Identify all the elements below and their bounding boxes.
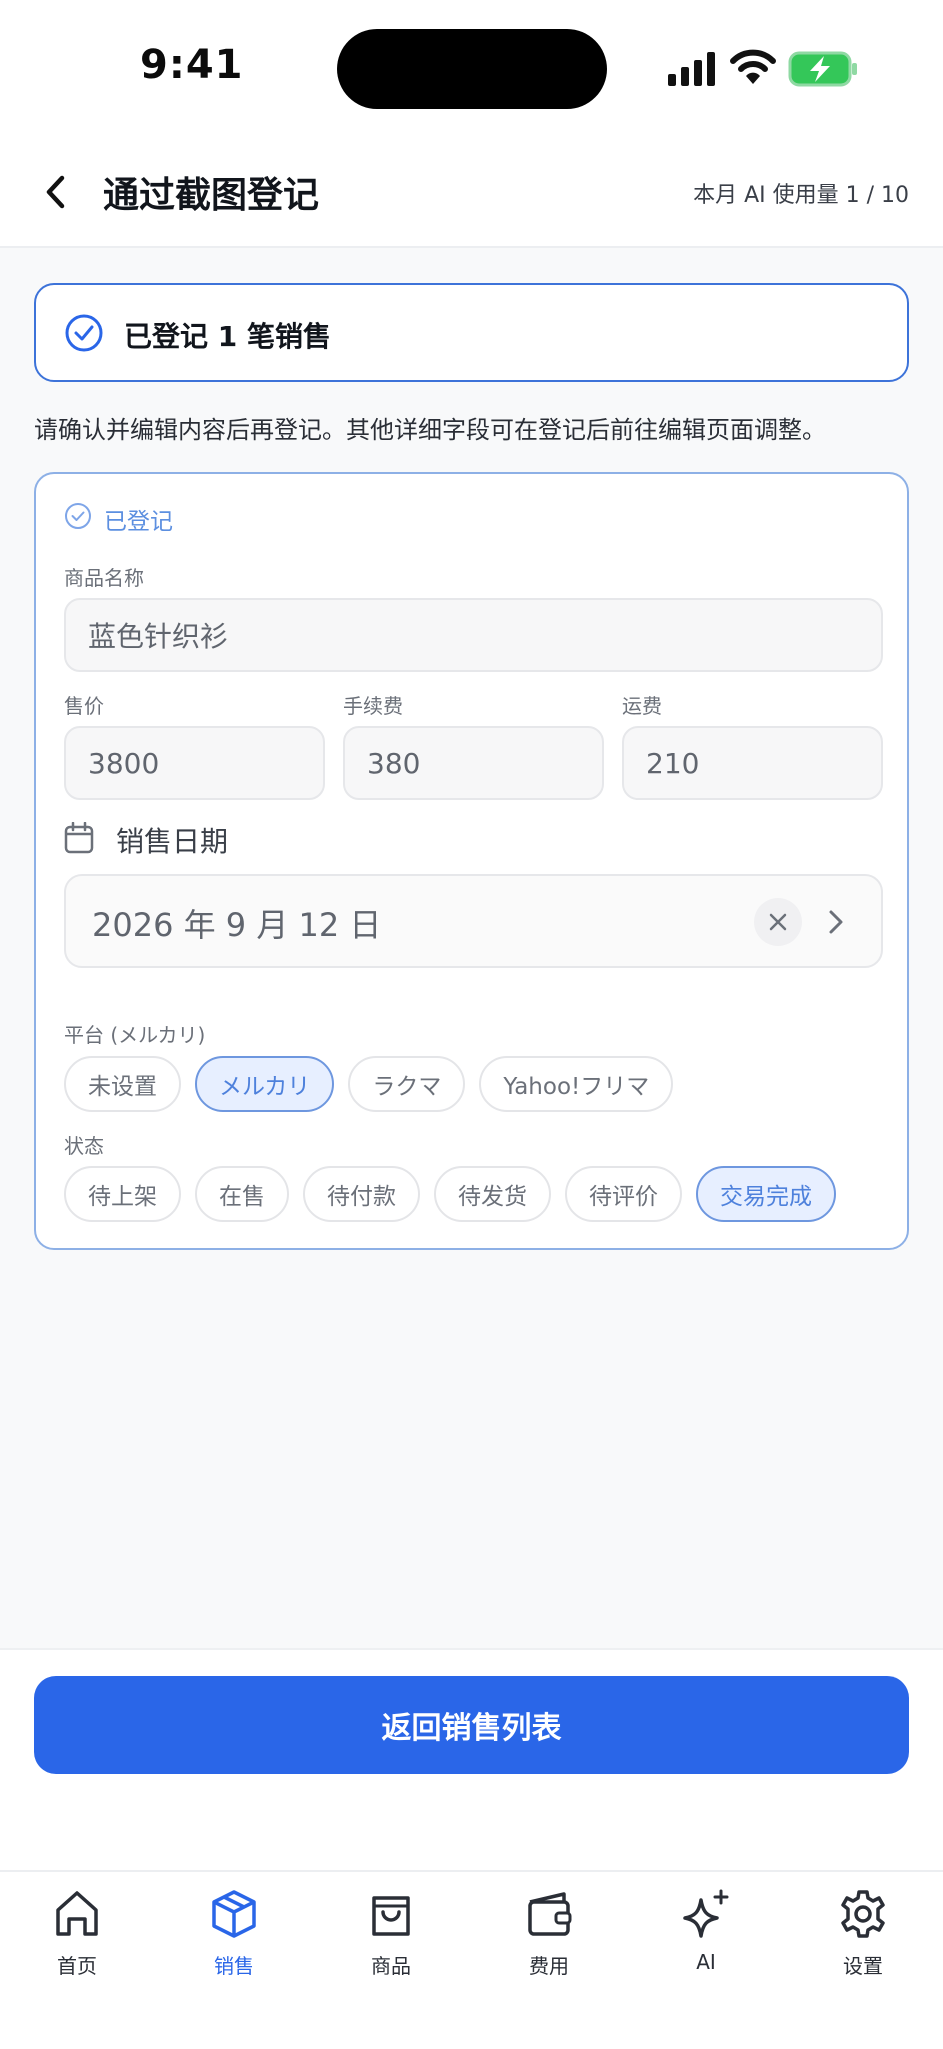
back-to-sales-list-button[interactable]: 返回销售列表 [34, 1676, 909, 1774]
platform-chip-unset[interactable]: 未设置 [64, 1056, 181, 1112]
tab-label: 商品 [371, 1954, 411, 1978]
tab-ai[interactable]: AI [646, 1888, 766, 1998]
tab-label: 首页 [57, 1954, 97, 1978]
status-chip-group: 待上架 在售 待付款 待发货 待评价 交易完成 [64, 1166, 836, 1222]
success-banner: 已登记 1 笔销售 [34, 283, 909, 382]
product-name-label: 商品名称 [64, 566, 144, 590]
close-icon [769, 913, 787, 931]
calendar-icon [64, 822, 94, 854]
screen: 9:41 通过截图登记 本月 AI 使用量 1 / 10 已登记 1 笔销售 请… [0, 0, 943, 2049]
product-name-field[interactable]: 蓝色针织衫 [64, 598, 883, 672]
platform-chip-rakuma[interactable]: ラクマ [348, 1056, 466, 1112]
shipping-field[interactable]: 210 [622, 726, 883, 800]
instruction-text: 请确认并编辑内容后再登记。其他详细字段可在登记后前往编辑页面调整。 [34, 416, 826, 444]
sale-date-label: 销售日期 [116, 825, 229, 858]
bag-icon [372, 1896, 410, 1936]
platform-label: 平台 (メルカリ) [64, 1023, 206, 1047]
back-icon[interactable] [38, 168, 74, 216]
gear-icon [841, 1890, 885, 1938]
status-chip-completed[interactable]: 交易完成 [696, 1166, 836, 1222]
sale-date-picker[interactable]: 2026 年 9 月 12 日 [64, 874, 883, 968]
tab-sales[interactable]: 销售 [174, 1888, 294, 1998]
sparkle-icon [683, 1889, 729, 1938]
chevron-right-icon [829, 910, 843, 934]
check-circle-icon [65, 314, 103, 352]
tab-label: AI [696, 1950, 716, 1974]
sale-date-value: 2026 年 9 月 12 日 [92, 906, 382, 944]
registered-check-icon [65, 503, 91, 529]
box-icon [212, 1890, 256, 1938]
tab-label: 费用 [529, 1954, 569, 1978]
battery-charging-icon [788, 51, 857, 87]
fee-label: 手续费 [343, 694, 403, 718]
shipping-label: 运费 [622, 694, 662, 718]
registered-status: 已登记 [104, 509, 173, 535]
fee-field[interactable]: 380 [343, 726, 604, 800]
status-time: 9:41 [140, 42, 244, 88]
ai-usage-counter: 本月 AI 使用量 1 / 10 [693, 183, 909, 208]
status-chip-awaiting-payment[interactable]: 待付款 [303, 1166, 420, 1222]
status-label: 状态 [64, 1134, 104, 1158]
tab-bar: 首页 销售 商品 费用 AI 设置 [0, 1870, 943, 2049]
dynamic-island [337, 29, 607, 109]
tab-label: 设置 [843, 1954, 883, 1978]
status-chip-pending-listing[interactable]: 待上架 [64, 1166, 181, 1222]
platform-chip-group: 未设置 メルカリ ラクマ Yahoo!フリマ [64, 1056, 674, 1112]
sale-card: 已登记 商品名称 蓝色针织衫 售价 3800 手续费 380 运费 210 销售… [34, 472, 909, 1250]
status-chip-awaiting-review[interactable]: 待评价 [565, 1166, 682, 1222]
nav-header: 通过截图登记 本月 AI 使用量 1 / 10 [0, 140, 943, 248]
price-label: 售价 [64, 694, 104, 718]
status-bar: 9:41 [0, 0, 943, 140]
tab-products[interactable]: 商品 [331, 1888, 451, 1998]
banner-text: 已登记 1 笔销售 [124, 320, 331, 353]
wifi-icon [730, 49, 776, 84]
platform-chip-mercari[interactable]: メルカリ [195, 1056, 335, 1112]
tab-label: 销售 [214, 1954, 254, 1978]
price-field[interactable]: 3800 [64, 726, 325, 800]
tab-expenses[interactable]: 费用 [489, 1888, 609, 1998]
page-title: 通过截图登记 [103, 175, 320, 216]
status-chip-awaiting-shipment[interactable]: 待发货 [434, 1166, 551, 1222]
wallet-icon [528, 1892, 572, 1936]
status-chip-on-sale[interactable]: 在售 [195, 1166, 289, 1222]
bottom-action-area: 返回销售列表 [0, 1648, 943, 1870]
tab-settings[interactable]: 设置 [803, 1888, 923, 1998]
tab-home[interactable]: 首页 [17, 1888, 137, 1998]
signal-icon [668, 52, 715, 86]
platform-chip-yahoo[interactable]: Yahoo!フリマ [479, 1056, 674, 1112]
clear-date-button[interactable] [754, 898, 802, 946]
home-icon [56, 1891, 98, 1936]
